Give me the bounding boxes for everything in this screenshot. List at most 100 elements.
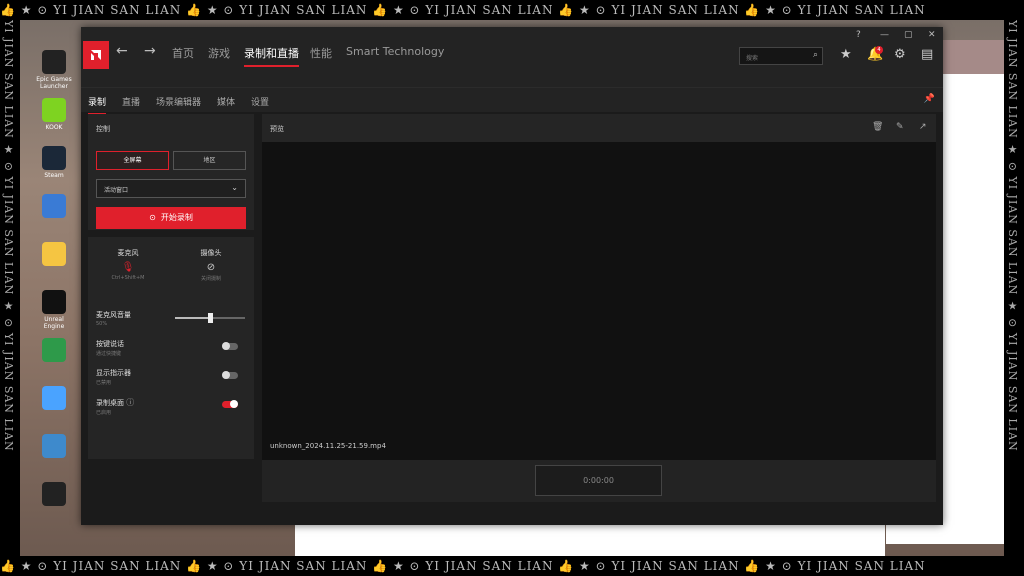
maximize-icon[interactable]: ▢ xyxy=(904,30,913,40)
watermark-top: 👍 ★ ⊙ YI JIAN SAN LIAN 👍 ★ ⊙ YI JIAN SAN… xyxy=(0,0,1024,20)
watermark-text: 👍 ★ ⊙ YI JIAN SAN LIAN 👍 ★ ⊙ YI JIAN SAN… xyxy=(0,3,926,17)
sub-navigation: 录制 直播 场景编辑器 媒体 设置 📌 xyxy=(81,87,943,115)
camera-status: 关闭摄制 xyxy=(200,276,221,282)
desktop-shortcut[interactable] xyxy=(36,194,72,220)
back-arrow-icon[interactable]: ← xyxy=(116,43,128,59)
trash-icon[interactable]: 🗑 xyxy=(872,122,883,132)
open-external-icon[interactable]: ↗ xyxy=(919,122,927,132)
camera-label: 摄像头 xyxy=(200,249,222,257)
mic-volume-fill xyxy=(175,317,210,319)
capture-panel-title: 控制 xyxy=(96,125,110,133)
layout-icon[interactable]: ▤ xyxy=(921,47,933,62)
desktop-shortcut[interactable] xyxy=(36,242,72,268)
amd-logo-icon[interactable] xyxy=(83,41,109,69)
nav-record-stream[interactable]: 录制和直播 xyxy=(244,45,299,67)
record-icon: ⊙ xyxy=(149,213,156,222)
nav-smart-technology[interactable]: Smart Technology xyxy=(346,45,444,58)
recording-timer: 0:00:00 xyxy=(535,465,662,496)
star-icon[interactable]: ★ xyxy=(840,47,852,62)
start-recording-button[interactable]: ⊙ 开始录制 xyxy=(96,207,246,229)
tab-stream[interactable]: 直播 xyxy=(122,95,140,108)
fullscreen-button[interactable]: 全屏幕 xyxy=(96,151,169,170)
record-desktop-sub: 已启用 xyxy=(96,410,112,416)
title-bar: ← → 首页 游戏 录制和直播 性能 Smart Technology ? — … xyxy=(81,27,943,87)
mic-volume-slider[interactable] xyxy=(175,313,245,323)
record-desktop-row: 录制桌面 ⓘ 已启用 xyxy=(96,397,246,416)
app-icon xyxy=(42,290,66,314)
preview-filename: unknown_2024.11.25-21.59.mp4 xyxy=(270,442,386,450)
tab-media[interactable]: 媒体 xyxy=(217,95,235,108)
app-icon xyxy=(42,482,66,506)
edit-icon[interactable]: ✎ xyxy=(896,122,904,132)
app-icon xyxy=(42,98,66,122)
search-placeholder: 搜索 xyxy=(746,55,759,62)
timer-bar: 0:00:00 xyxy=(262,460,936,502)
app-icon xyxy=(42,50,66,74)
desktop-shortcut[interactable] xyxy=(36,482,72,508)
start-recording-label: 开始录制 xyxy=(160,213,193,222)
microphone-control[interactable]: 麦克风 🎙 Ctrl+Shift+M xyxy=(88,248,168,281)
gear-icon[interactable]: ⚙ xyxy=(894,47,906,62)
watermark-text: YI JIAN SAN LIAN ★ ⊙ YI JIAN SAN LIAN ★ … xyxy=(2,20,15,452)
app-icon xyxy=(42,194,66,218)
search-icon[interactable]: ⌕ xyxy=(813,50,818,60)
preview-area[interactable]: unknown_2024.11.25-21.59.mp4 xyxy=(262,142,936,460)
desktop-shortcut-label: KOOK xyxy=(45,124,63,131)
window-select[interactable]: 活动窗口 ⌄ xyxy=(96,179,246,198)
nav-performance[interactable]: 性能 xyxy=(310,45,332,61)
microphone-icon[interactable]: 🎙 xyxy=(88,262,168,273)
close-icon[interactable]: ✕ xyxy=(928,30,936,40)
desktop-shortcut[interactable]: Steam xyxy=(36,146,72,179)
desktop-shortcut[interactable] xyxy=(36,338,72,364)
camera-control[interactable]: 摄像头 ⊘ 关闭摄制 xyxy=(171,248,251,282)
watermark-left: YI JIAN SAN LIAN ★ ⊙ YI JIAN SAN LIAN ★ … xyxy=(0,20,20,556)
show-indicator-row: 显示指示器 已禁用 xyxy=(96,368,246,386)
tab-settings[interactable]: 设置 xyxy=(251,95,269,108)
tab-record[interactable]: 录制 xyxy=(88,95,107,115)
desktop-shortcut-label: Unreal Engine xyxy=(43,316,65,330)
desktop-shortcut-label: Steam xyxy=(44,172,64,179)
app-icon xyxy=(42,434,66,458)
desktop-shortcut[interactable] xyxy=(36,434,72,460)
help-circle-icon[interactable]: ⓘ xyxy=(126,398,134,407)
desktop-shortcut[interactable] xyxy=(36,386,72,412)
app-icon xyxy=(42,386,66,410)
mic-volume-value: 50% xyxy=(96,321,108,327)
desktop-shortcut[interactable]: Epic Games Launcher xyxy=(36,50,72,90)
watermark-bottom: 👍 ★ ⊙ YI JIAN SAN LIAN 👍 ★ ⊙ YI JIAN SAN… xyxy=(0,556,1024,576)
app-icon xyxy=(42,338,66,362)
watermark-text: YI JIAN SAN LIAN ★ ⊙ YI JIAN SAN LIAN ★ … xyxy=(1006,20,1019,452)
chevron-down-icon: ⌄ xyxy=(231,183,238,192)
app-icon xyxy=(42,242,66,266)
watermark-right: YI JIAN SAN LIAN ★ ⊙ YI JIAN SAN LIAN ★ … xyxy=(1004,20,1024,556)
preview-header: 预览 🗑 ✎ ↗ xyxy=(262,114,936,142)
preview-title: 预览 xyxy=(270,125,284,133)
tab-scene-editor[interactable]: 场景编辑器 xyxy=(156,95,201,108)
browser-content-strip xyxy=(295,524,885,556)
window-select-value: 活动窗口 xyxy=(104,187,129,194)
watermark-text: 👍 ★ ⊙ YI JIAN SAN LIAN 👍 ★ ⊙ YI JIAN SAN… xyxy=(0,559,926,573)
push-to-talk-sub: 通过快捷键 xyxy=(96,351,122,357)
help-icon[interactable]: ? xyxy=(856,30,861,40)
region-button[interactable]: 地区 xyxy=(173,151,246,170)
forward-arrow-icon[interactable]: → xyxy=(144,43,156,59)
push-to-talk-toggle[interactable] xyxy=(222,342,238,350)
desktop-shortcut-label: Epic Games Launcher xyxy=(36,76,72,90)
app-icon xyxy=(42,146,66,170)
camera-off-icon[interactable]: ⊘ xyxy=(171,262,251,273)
push-to-talk-row: 按键说话 通过快捷键 xyxy=(96,339,246,357)
show-indicator-toggle[interactable] xyxy=(222,371,238,379)
mic-volume-thumb[interactable] xyxy=(208,313,213,323)
nav-home[interactable]: 首页 xyxy=(172,45,194,61)
pin-icon[interactable]: 📌 xyxy=(924,94,935,104)
notification-badge: 4 xyxy=(875,46,883,54)
microphone-hotkey: Ctrl+Shift+M xyxy=(111,275,145,281)
search-input[interactable]: 搜索 ⌕ xyxy=(739,47,823,65)
desktop-shortcut[interactable]: KOOK xyxy=(36,98,72,131)
record-desktop-toggle[interactable] xyxy=(222,400,238,408)
desktop-shortcut[interactable]: Unreal Engine xyxy=(36,290,72,330)
show-indicator-sub: 已禁用 xyxy=(96,380,112,386)
minimize-icon[interactable]: — xyxy=(880,30,889,40)
amd-software-window: ← → 首页 游戏 录制和直播 性能 Smart Technology ? — … xyxy=(81,27,943,525)
nav-games[interactable]: 游戏 xyxy=(208,45,230,61)
